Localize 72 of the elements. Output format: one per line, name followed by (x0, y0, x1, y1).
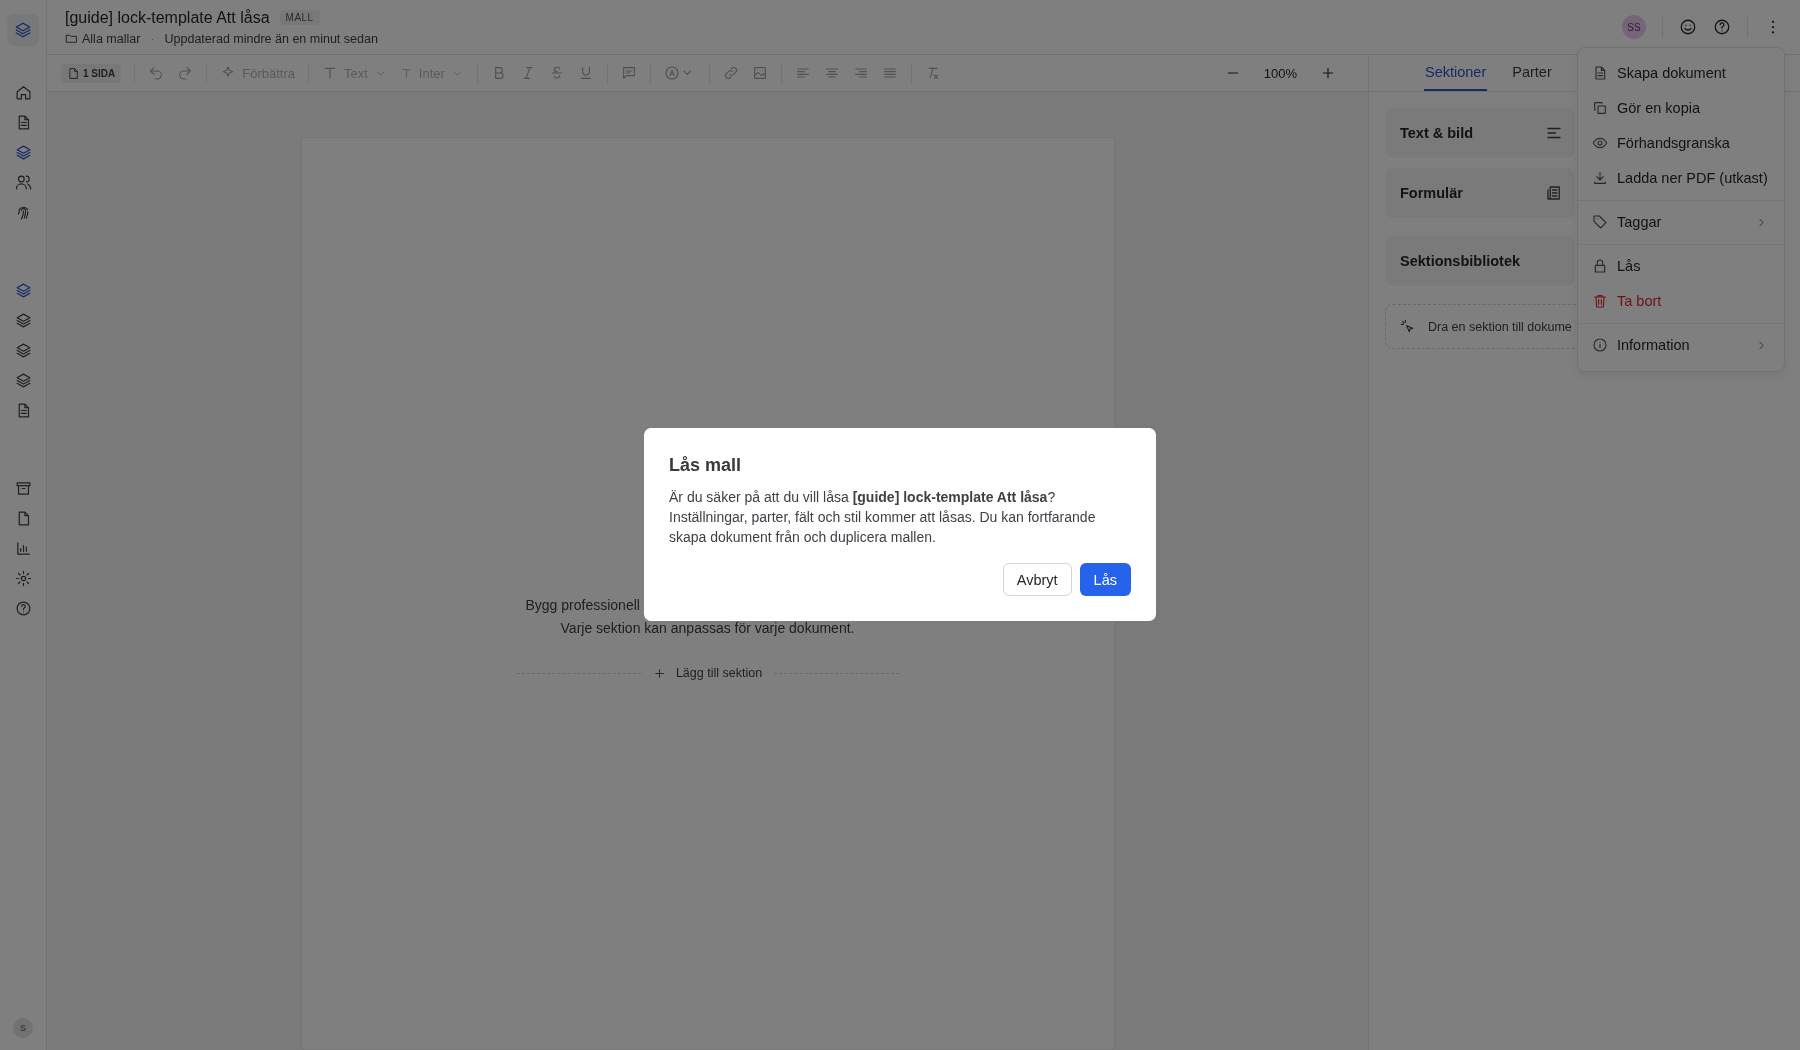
bar-chart-icon (14, 539, 32, 557)
menu-item[interactable]: Lås (1578, 249, 1784, 284)
file-icon (67, 66, 80, 80)
text-icon (322, 65, 338, 81)
menu-item[interactable]: Taggar (1578, 205, 1784, 240)
menu-item[interactable]: Information (1578, 328, 1784, 363)
drop-hint: Dra en sektion till dokume (1428, 319, 1572, 334)
card-title: Formulär (1400, 185, 1463, 201)
breadcrumb-link[interactable]: Alla mallar (65, 31, 141, 46)
separator-dot: · (150, 31, 155, 46)
pointer-icon (1400, 318, 1416, 335)
help-icon[interactable] (1713, 18, 1731, 36)
menu-item[interactable]: Skapa dokument (1578, 56, 1784, 91)
cancel-button[interactable]: Avbryt (1002, 563, 1072, 596)
document-icon (1592, 65, 1608, 81)
justify-icon[interactable] (881, 65, 898, 81)
layers-icon (14, 281, 32, 299)
user-avatar[interactable]: SS (1622, 15, 1646, 39)
download-icon (1592, 170, 1608, 186)
plus-icon (652, 666, 666, 680)
trash-icon (1592, 293, 1608, 309)
page-count-badge: 1 SIDA (61, 63, 122, 83)
layers-icon (14, 311, 32, 329)
intro-text: Varje sektion kan anpassas för varje dokument. (559, 619, 856, 638)
folder-icon (65, 32, 78, 45)
menu-item[interactable]: Förhandsgranska (1578, 126, 1784, 161)
info-icon (1592, 337, 1608, 353)
card-title: Sektionsbibliotek (1400, 253, 1521, 269)
document-title: [guide] lock-template Att låsa (65, 8, 270, 27)
intro-text: Bygg professionell (525, 596, 641, 615)
redo-icon[interactable] (177, 65, 194, 81)
section-card[interactable]: Sektionsbibliotek (1385, 236, 1575, 286)
panel-tab[interactable]: Parter (1511, 55, 1553, 91)
dialog-title: Lås mall (669, 455, 743, 476)
link-icon[interactable] (722, 65, 739, 81)
layers-icon (14, 143, 32, 161)
dialog-message: Är du säker på att du vill låsa [guide] lock-template Att låsa? Inställningar, parter, fält och stil kommer att låsas. Du kan fortfarande skapa dokument från och duplicera mallen. (669, 488, 1097, 547)
layers-icon (14, 341, 32, 359)
image-icon[interactable] (751, 65, 768, 81)
undo-icon[interactable] (148, 65, 165, 81)
copy-icon (1592, 100, 1608, 116)
zoom-in-icon[interactable] (1320, 65, 1336, 81)
align-center-icon[interactable] (823, 65, 840, 81)
align-left-icon[interactable] (794, 65, 811, 81)
font-icon (399, 66, 413, 80)
panel-tab[interactable]: Sektioner (1424, 55, 1488, 91)
layers-icon (14, 371, 32, 389)
add-section-button[interactable]: Lägg till sektion (652, 666, 763, 680)
card-title: Text & bild (1400, 125, 1474, 141)
align-right-icon[interactable] (852, 65, 869, 81)
help-icon (14, 599, 32, 617)
tag-icon (1592, 214, 1608, 230)
form-icon (1545, 184, 1563, 202)
menu-item[interactable]: Gör en kopia (1578, 91, 1784, 126)
layers-icon (14, 21, 32, 39)
home-icon (14, 83, 32, 101)
archive-icon (14, 479, 32, 497)
updated-text: Uppdaterad mindre än en minut sedan (164, 31, 378, 46)
section-card[interactable]: Formulär (1385, 168, 1575, 218)
lock-icon (1592, 258, 1608, 274)
settings-icon (14, 569, 32, 587)
smiley-icon[interactable] (1679, 18, 1697, 36)
comment-icon[interactable] (620, 65, 637, 81)
section-card[interactable]: Text & bild (1385, 108, 1575, 158)
zoom-level: 100% (1263, 65, 1297, 81)
eye-icon (1592, 135, 1608, 151)
logo-button[interactable] (7, 14, 39, 46)
users-icon (14, 173, 32, 191)
menu-item[interactable]: Ta bort (1578, 284, 1784, 319)
template-badge: MALL (279, 10, 320, 25)
menu-item[interactable]: Ladda ner PDF (utkast) (1578, 161, 1784, 196)
confirm-button[interactable]: Lås (1079, 563, 1131, 596)
